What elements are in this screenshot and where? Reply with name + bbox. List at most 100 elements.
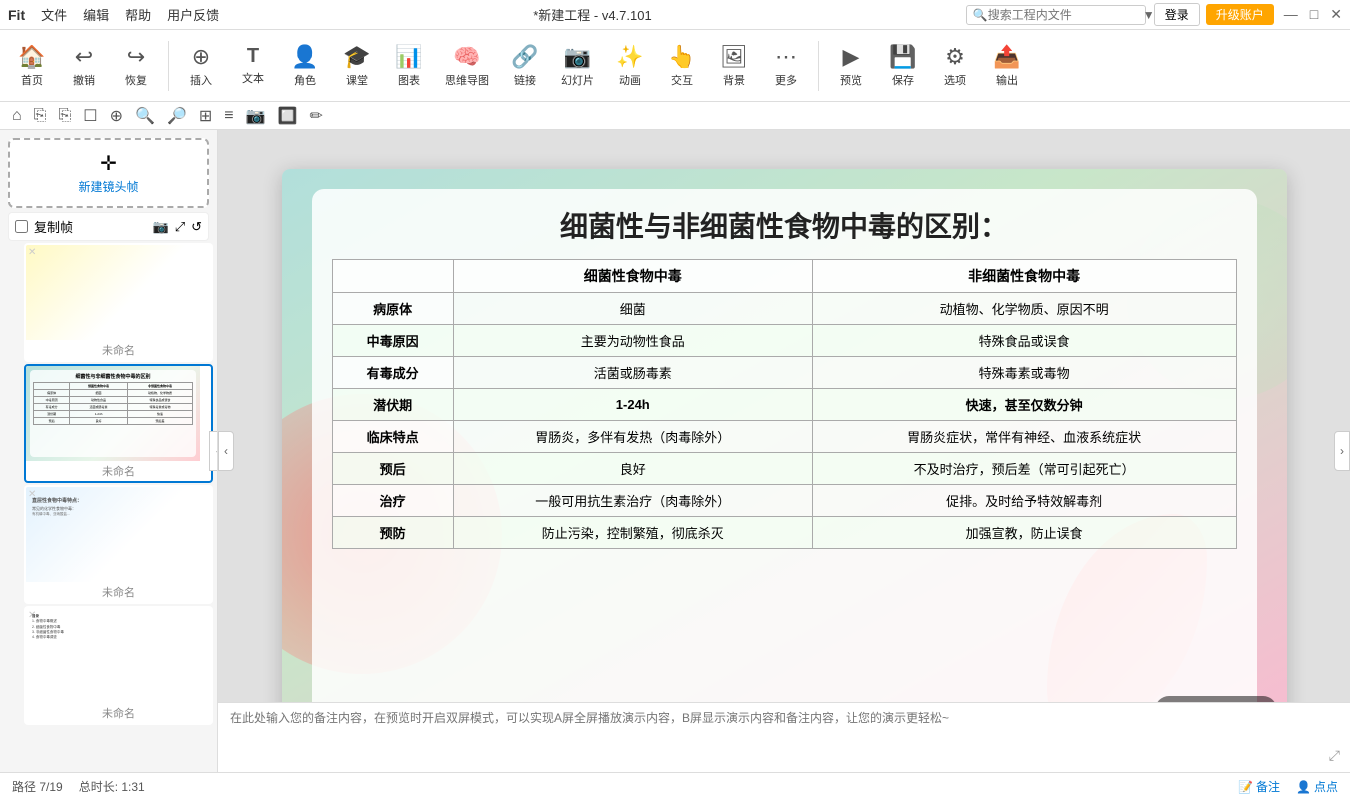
copy-checkbox[interactable] xyxy=(15,220,28,233)
toolbar-redo[interactable]: ↪ 恢复 xyxy=(112,40,160,92)
sec-frame-btn[interactable]: ☐ xyxy=(79,104,101,128)
toolbar-undo[interactable]: ↩ 撤销 xyxy=(60,40,108,92)
slide-canvas: 细菌性与非细菌性食物中毒的区别： 细菌性食物中毒 非细菌性食物中毒 病原体 细菌 xyxy=(282,169,1287,734)
slide-06[interactable]: ✕ 未命名 xyxy=(24,243,213,362)
background-label: 背景 xyxy=(723,72,745,88)
sec-copy1-btn[interactable]: ⎘ xyxy=(30,105,51,127)
menu-feedback[interactable]: 用户反馈 xyxy=(167,5,219,24)
toolbar-classroom[interactable]: 🎓 课堂 xyxy=(333,40,381,92)
sec-zoomout-btn[interactable]: 🔎 xyxy=(163,104,191,128)
right-panel-toggle[interactable]: › xyxy=(1334,431,1350,471)
sec-add-btn[interactable]: ⊕ xyxy=(106,104,127,128)
slide-title: 细菌性与非细菌性食物中毒的区别： xyxy=(332,205,1237,245)
toolbar-background[interactable]: 🖼 背景 xyxy=(710,40,758,92)
toolbar-interact[interactable]: 👆 交互 xyxy=(658,40,706,92)
row-nonbacterial-pathogen: 动植物、化学物质、原因不明 xyxy=(812,292,1236,324)
slide-wrapper-07: 07 细菌性与非细菌性食物中毒的区别 细菌性食物中毒非细菌性食物中毒 病原体细菌… xyxy=(4,364,213,483)
slide-name-09: 未命名 xyxy=(26,703,211,723)
toolbar-divider-2 xyxy=(818,41,819,91)
table-row: 潜伏期 1-24h 快速，甚至仅数分钟 xyxy=(332,388,1236,420)
expand-icon[interactable]: ⤢ xyxy=(175,219,185,235)
toolbar-insert[interactable]: ⊕ 插入 xyxy=(177,40,225,92)
panel-collapse-button[interactable]: ‹ xyxy=(209,431,218,471)
save-icon: 💾 xyxy=(889,44,916,70)
slide-name-07: 未命名 xyxy=(26,461,211,481)
sec-align-btn[interactable]: ≡ xyxy=(220,105,237,127)
sec-edit-btn[interactable]: ✏ xyxy=(305,104,326,128)
notes-link-icon: 📝 xyxy=(1238,780,1253,794)
slide-08[interactable]: ✕ 直层性食物中毒特点： 常见的化学性食物中毒： 有机磷中毒、亚硝酸盐... 未… xyxy=(24,485,213,604)
chart-icon: 📊 xyxy=(395,44,422,70)
toolbar-chart[interactable]: 📊 图表 xyxy=(385,40,433,92)
status-right: 📝 备注 👤 点点 xyxy=(1238,778,1338,795)
window-title: *新建工程 - v4.7.101 xyxy=(219,5,966,24)
slide-name-08: 未命名 xyxy=(26,582,211,602)
slide-thumb-06: ✕ xyxy=(26,245,200,340)
search-dropdown-icon[interactable]: ▼ xyxy=(1143,8,1155,22)
new-frame-button[interactable]: ✛ 新建镜头帧 xyxy=(8,138,209,208)
camera-icon[interactable]: 📷 xyxy=(153,219,169,235)
sec-screenshot-btn[interactable]: 📷 xyxy=(242,104,270,128)
points-link[interactable]: 👤 点点 xyxy=(1296,778,1338,795)
search-input[interactable] xyxy=(988,8,1143,22)
preview-label: 预览 xyxy=(840,72,862,88)
export-icon: 📤 xyxy=(993,44,1020,70)
secondary-toolbar: ⌂ ⎘ ⎘ ☐ ⊕ 🔍 🔎 ⊞ ≡ 📷 🔲 ✏ xyxy=(0,102,1350,130)
new-frame-label: 新建镜头帧 xyxy=(78,178,138,195)
sec-copy2-btn[interactable]: ⎘ xyxy=(54,105,75,127)
row-bacterial-prognosis: 良好 xyxy=(453,452,812,484)
row-nonbacterial-treatment: 促排。及时给予特效解毒剂 xyxy=(812,484,1236,516)
row-nonbacterial-prevention: 加强宣教，防止误食 xyxy=(812,516,1236,548)
home-label: 首页 xyxy=(21,72,43,88)
menu-help[interactable]: 帮助 xyxy=(125,5,151,24)
comparison-table: 细菌性食物中毒 非细菌性食物中毒 病原体 细菌 动植物、化学物质、原因不明 中毒… xyxy=(332,259,1237,549)
search-bar[interactable]: 🔍 ▼ xyxy=(966,5,1146,25)
toolbar-more[interactable]: ⋯ 更多 xyxy=(762,40,810,92)
toolbar-home[interactable]: 🏠 首页 xyxy=(8,40,56,92)
toolbar-preview[interactable]: ▶ 预览 xyxy=(827,40,875,92)
table-header-nonbacterial: 非细菌性食物中毒 xyxy=(812,259,1236,292)
table-header-bacterial: 细菌性食物中毒 xyxy=(453,259,812,292)
table-row: 有毒成分 活菌或肠毒素 特殊毒素或毒物 xyxy=(332,356,1236,388)
row-label-clinical: 临床特点 xyxy=(332,420,453,452)
mindmap-icon: 🧠 xyxy=(453,44,480,70)
notes-input[interactable] xyxy=(230,709,1338,767)
menu-file[interactable]: 文件 xyxy=(41,5,67,24)
toolbar-text[interactable]: T 文本 xyxy=(229,41,277,90)
toolbar-link[interactable]: 🔗 链接 xyxy=(501,40,549,92)
minimize-button[interactable]: — xyxy=(1284,6,1298,23)
row-label-cause: 中毒原因 xyxy=(332,324,453,356)
sec-zoomin-btn[interactable]: 🔍 xyxy=(131,104,159,128)
login-button[interactable]: 登录 xyxy=(1154,3,1200,26)
sec-grid-btn[interactable]: ⊞ xyxy=(195,104,216,128)
sec-home-btn[interactable]: ⌂ xyxy=(8,105,26,127)
statusbar: 路径 7/19 总时长: 1:31 📝 备注 👤 点点 xyxy=(0,772,1350,800)
slide-07[interactable]: 细菌性与非细菌性食物中毒的区别 细菌性食物中毒非细菌性食物中毒 病原体细菌动植物… xyxy=(24,364,213,483)
maximize-button[interactable]: □ xyxy=(1310,6,1318,23)
toolbar-export[interactable]: 📤 输出 xyxy=(983,40,1031,92)
toolbar-save[interactable]: 💾 保存 xyxy=(879,40,927,92)
thumb-07-table: 细菌性食物中毒非细菌性食物中毒 病原体细菌动植物、化学物质 中毒原因动物性食品特… xyxy=(33,382,193,425)
toolbar-options[interactable]: ⚙ 选项 xyxy=(931,40,979,92)
table-row: 中毒原因 主要为动物性食品 特殊食品或误食 xyxy=(332,324,1236,356)
notes-link[interactable]: 📝 备注 xyxy=(1238,778,1280,795)
toolbar-animation[interactable]: ✨ 动画 xyxy=(606,40,654,92)
close-button[interactable]: ✕ xyxy=(1330,6,1342,23)
reset-icon[interactable]: ↺ xyxy=(191,219,202,235)
text-icon: T xyxy=(247,45,259,68)
toolbar-character[interactable]: 👤 角色 xyxy=(281,40,329,92)
insert-icon: ⊕ xyxy=(192,44,210,70)
more-label: 更多 xyxy=(775,72,797,88)
save-label: 保存 xyxy=(892,72,914,88)
toolbar-slide[interactable]: 📷 幻灯片 xyxy=(553,40,602,92)
sec-rect-btn[interactable]: 🔲 xyxy=(274,104,302,128)
row-bacterial-prevention: 防止污染，控制繁殖，彻底杀灭 xyxy=(453,516,812,548)
upgrade-button[interactable]: 升级账户 xyxy=(1206,4,1274,25)
toolbar-mindmap[interactable]: 🧠 思维导图 xyxy=(437,40,497,92)
row-label-pathogen: 病原体 xyxy=(332,292,453,324)
slide-09[interactable]: ✕ 目录 1. 食物中毒概述 2. 细菌性食物中毒 3. 非细菌性食物中毒 4.… xyxy=(24,606,213,725)
menu-edit[interactable]: 编辑 xyxy=(83,5,109,24)
notes-expand-button[interactable]: ⤢ xyxy=(1329,747,1340,764)
panel-toggle-button[interactable]: ‹ xyxy=(218,431,234,471)
options-icon: ⚙ xyxy=(945,44,965,70)
